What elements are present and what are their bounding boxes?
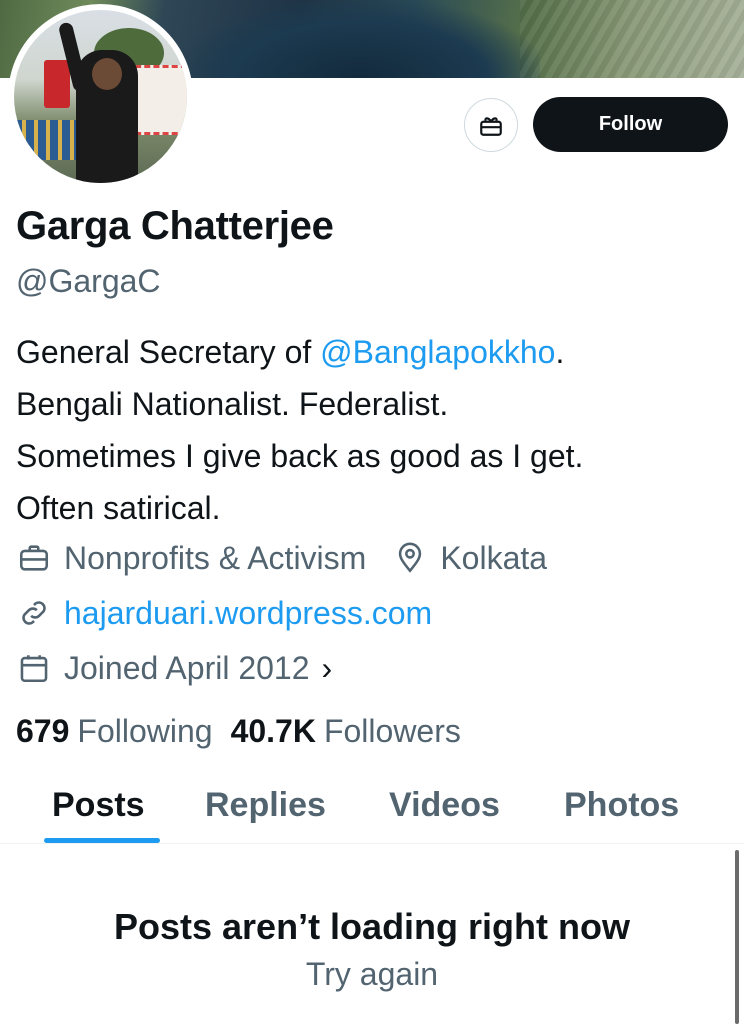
followers-count: 40.7K <box>230 713 316 749</box>
location-pin-icon <box>392 540 428 576</box>
profile-avatar[interactable] <box>8 4 193 189</box>
banner-sea <box>180 0 540 78</box>
avatar-photo <box>14 10 187 183</box>
bio-mention-link[interactable]: @Banglapokkho <box>320 334 555 370</box>
follow-button[interactable]: Follow <box>533 97 728 152</box>
following-stat[interactable]: 679 Following <box>16 713 213 750</box>
tab-replies[interactable]: Replies <box>205 786 326 825</box>
bio-prefix: General Secretary of <box>16 334 321 370</box>
gift-icon <box>480 117 502 136</box>
active-tab-indicator <box>44 838 160 843</box>
bio-line-2: Bengali Nationalist. Federalist. <box>16 386 449 422</box>
bio-line-4: Often satirical. <box>16 490 221 526</box>
profile-name: Garga Chatterjee <box>16 204 334 248</box>
banner-land <box>520 0 744 78</box>
briefcase-icon <box>16 540 52 576</box>
retry-button[interactable]: Try again <box>0 956 744 993</box>
profile-stats: 679 Following 40.7K Followers <box>16 713 479 750</box>
calendar-icon <box>16 650 52 686</box>
profile-bio: General Secretary of @Banglapokkho. Beng… <box>16 326 736 534</box>
profile-meta-category-location: Nonprofits & Activism Kolkata <box>16 538 547 578</box>
feed-error-title: Posts aren’t loading right now <box>113 906 631 947</box>
profile-meta-website: hajarduari.wordpress.com <box>16 593 432 633</box>
link-icon <box>16 595 52 631</box>
bio-line-3: Sometimes I give back as good as I get. <box>16 438 584 474</box>
profile-category: Nonprofits & Activism <box>64 539 367 576</box>
tab-photos[interactable]: Photos <box>564 786 679 825</box>
scrollbar[interactable] <box>735 850 739 1024</box>
followers-label: Followers <box>323 713 461 749</box>
following-label: Following <box>77 713 213 749</box>
profile-meta-joined[interactable]: Joined April 2012 › <box>16 648 332 688</box>
bio-suffix: . <box>555 334 565 370</box>
tab-posts[interactable]: Posts <box>52 786 145 825</box>
profile-handle: @GargaC <box>16 263 161 299</box>
chevron-right-icon: › <box>321 649 333 686</box>
profile-website-link[interactable]: hajarduari.wordpress.com <box>64 595 432 632</box>
followers-stat[interactable]: 40.7K Followers <box>231 713 461 750</box>
profile-location: Kolkata <box>440 539 548 576</box>
gift-button[interactable] <box>464 98 518 152</box>
profile-tabs: Posts Replies Videos Photos <box>0 776 744 844</box>
following-count: 679 <box>16 713 70 749</box>
tab-videos[interactable]: Videos <box>389 786 500 825</box>
bio-line-1: General Secretary of @Banglapokkho. <box>16 326 736 378</box>
profile-joined: Joined April 2012 <box>64 649 310 686</box>
